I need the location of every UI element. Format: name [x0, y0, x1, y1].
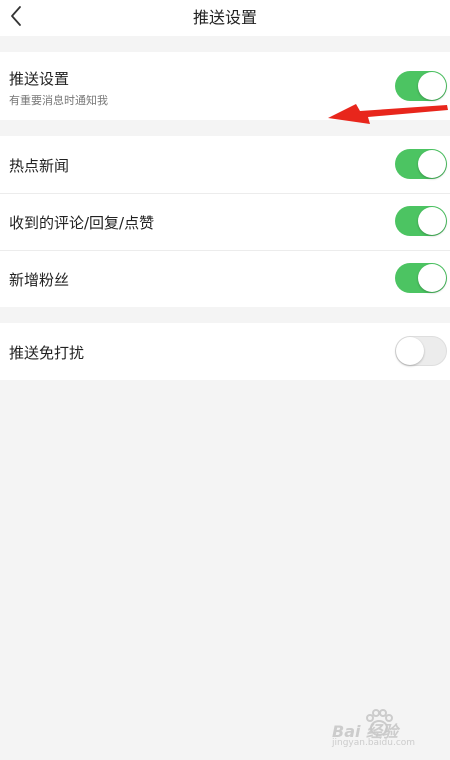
- page-title: 推送设置: [192, 8, 257, 27]
- do-not-disturb-section: 推送免打扰: [0, 323, 450, 380]
- push-settings-label: 推送设置: [9, 70, 70, 88]
- toggle-knob: [418, 207, 446, 235]
- baidu-jingyan-watermark: Bai 经验 jingyan.baidu.com: [332, 708, 442, 754]
- comments-replies-likes-toggle[interactable]: [395, 206, 447, 236]
- new-followers-toggle[interactable]: [395, 263, 447, 293]
- do-not-disturb-label: 推送免打扰: [9, 344, 85, 362]
- push-master-section: 推送设置 有重要消息时通知我: [0, 52, 450, 120]
- do-not-disturb-toggle[interactable]: [395, 336, 447, 366]
- toggle-knob: [418, 150, 446, 178]
- watermark-url: jingyan.baidu.com: [332, 738, 416, 748]
- comments-replies-likes-label: 收到的评论/回复/点赞: [9, 214, 155, 232]
- push-settings-toggle[interactable]: [395, 71, 447, 101]
- push-settings-row: 推送设置 有重要消息时通知我: [0, 52, 450, 120]
- toggle-knob: [418, 72, 446, 100]
- new-followers-label: 新增粉丝: [9, 271, 70, 289]
- hot-news-label: 热点新闻: [9, 157, 70, 175]
- new-followers-row: 新增粉丝: [0, 250, 450, 307]
- toggle-knob: [418, 264, 446, 292]
- hot-news-toggle[interactable]: [395, 149, 447, 179]
- push-settings-description: 有重要消息时通知我: [9, 94, 108, 107]
- top-navigation-bar: 推送设置: [0, 0, 450, 36]
- do-not-disturb-row: 推送免打扰: [0, 323, 450, 380]
- hot-news-row: 热点新闻: [0, 136, 450, 193]
- comments-replies-likes-row: 收到的评论/回复/点赞: [0, 193, 450, 250]
- push-categories-section: 热点新闻 收到的评论/回复/点赞 新增粉丝: [0, 136, 450, 307]
- toggle-knob: [396, 337, 424, 365]
